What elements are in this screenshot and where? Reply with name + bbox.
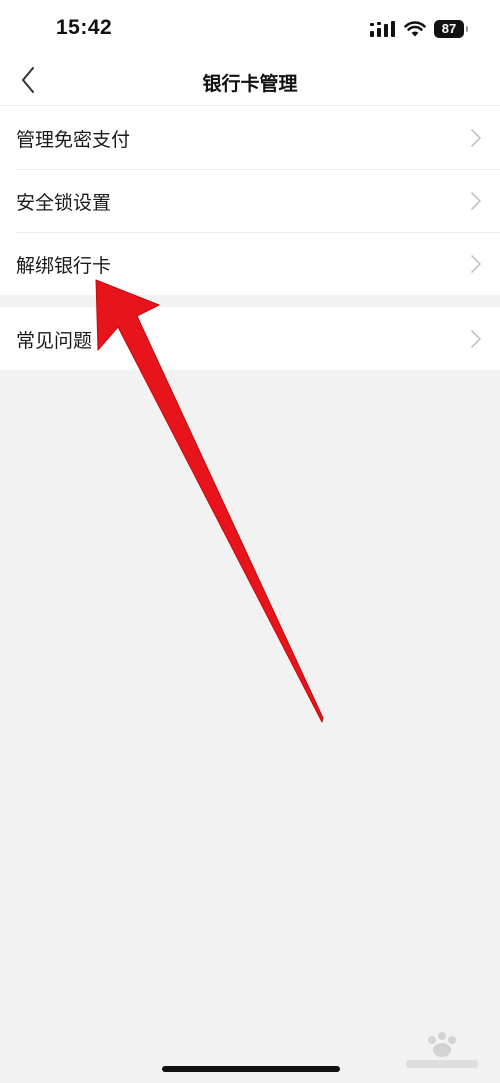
battery-level: 87 bbox=[441, 21, 457, 36]
menu-item-unbind-bank-card[interactable]: 解绑银行卡 bbox=[0, 232, 500, 295]
menu-item-label: 安全锁设置 bbox=[16, 192, 112, 214]
chevron-right-icon bbox=[471, 129, 481, 147]
status-bar: 15:42 87 bbox=[0, 0, 500, 58]
chevron-right-icon bbox=[471, 330, 481, 348]
menu-item-label: 常见问题 bbox=[16, 330, 93, 352]
chevron-right-icon bbox=[471, 192, 481, 210]
menu-item-label: 管理免密支付 bbox=[16, 129, 131, 151]
menu-item-faq[interactable]: 常见问题 bbox=[0, 307, 500, 370]
watermark-logo bbox=[406, 1032, 478, 1068]
page-title: 银行卡管理 bbox=[202, 73, 298, 95]
status-icons: 87 bbox=[370, 18, 468, 40]
battery-icon: 87 bbox=[434, 20, 468, 38]
navigation-bar: 银行卡管理 bbox=[0, 58, 500, 106]
help-group: 常见问题 bbox=[0, 307, 500, 370]
status-time: 15:42 bbox=[56, 16, 113, 39]
menu-item-label: 解绑银行卡 bbox=[16, 255, 112, 277]
menu-item-manage-password-free-payment[interactable]: 管理免密支付 bbox=[0, 106, 500, 169]
chevron-right-icon bbox=[471, 255, 481, 273]
settings-group: 管理免密支付 安全锁设置 解绑银行卡 bbox=[0, 106, 500, 295]
menu-item-security-lock-settings[interactable]: 安全锁设置 bbox=[0, 169, 500, 232]
wifi-icon bbox=[404, 21, 426, 37]
home-indicator[interactable] bbox=[162, 1066, 340, 1072]
cellular-signal-icon bbox=[370, 21, 395, 37]
